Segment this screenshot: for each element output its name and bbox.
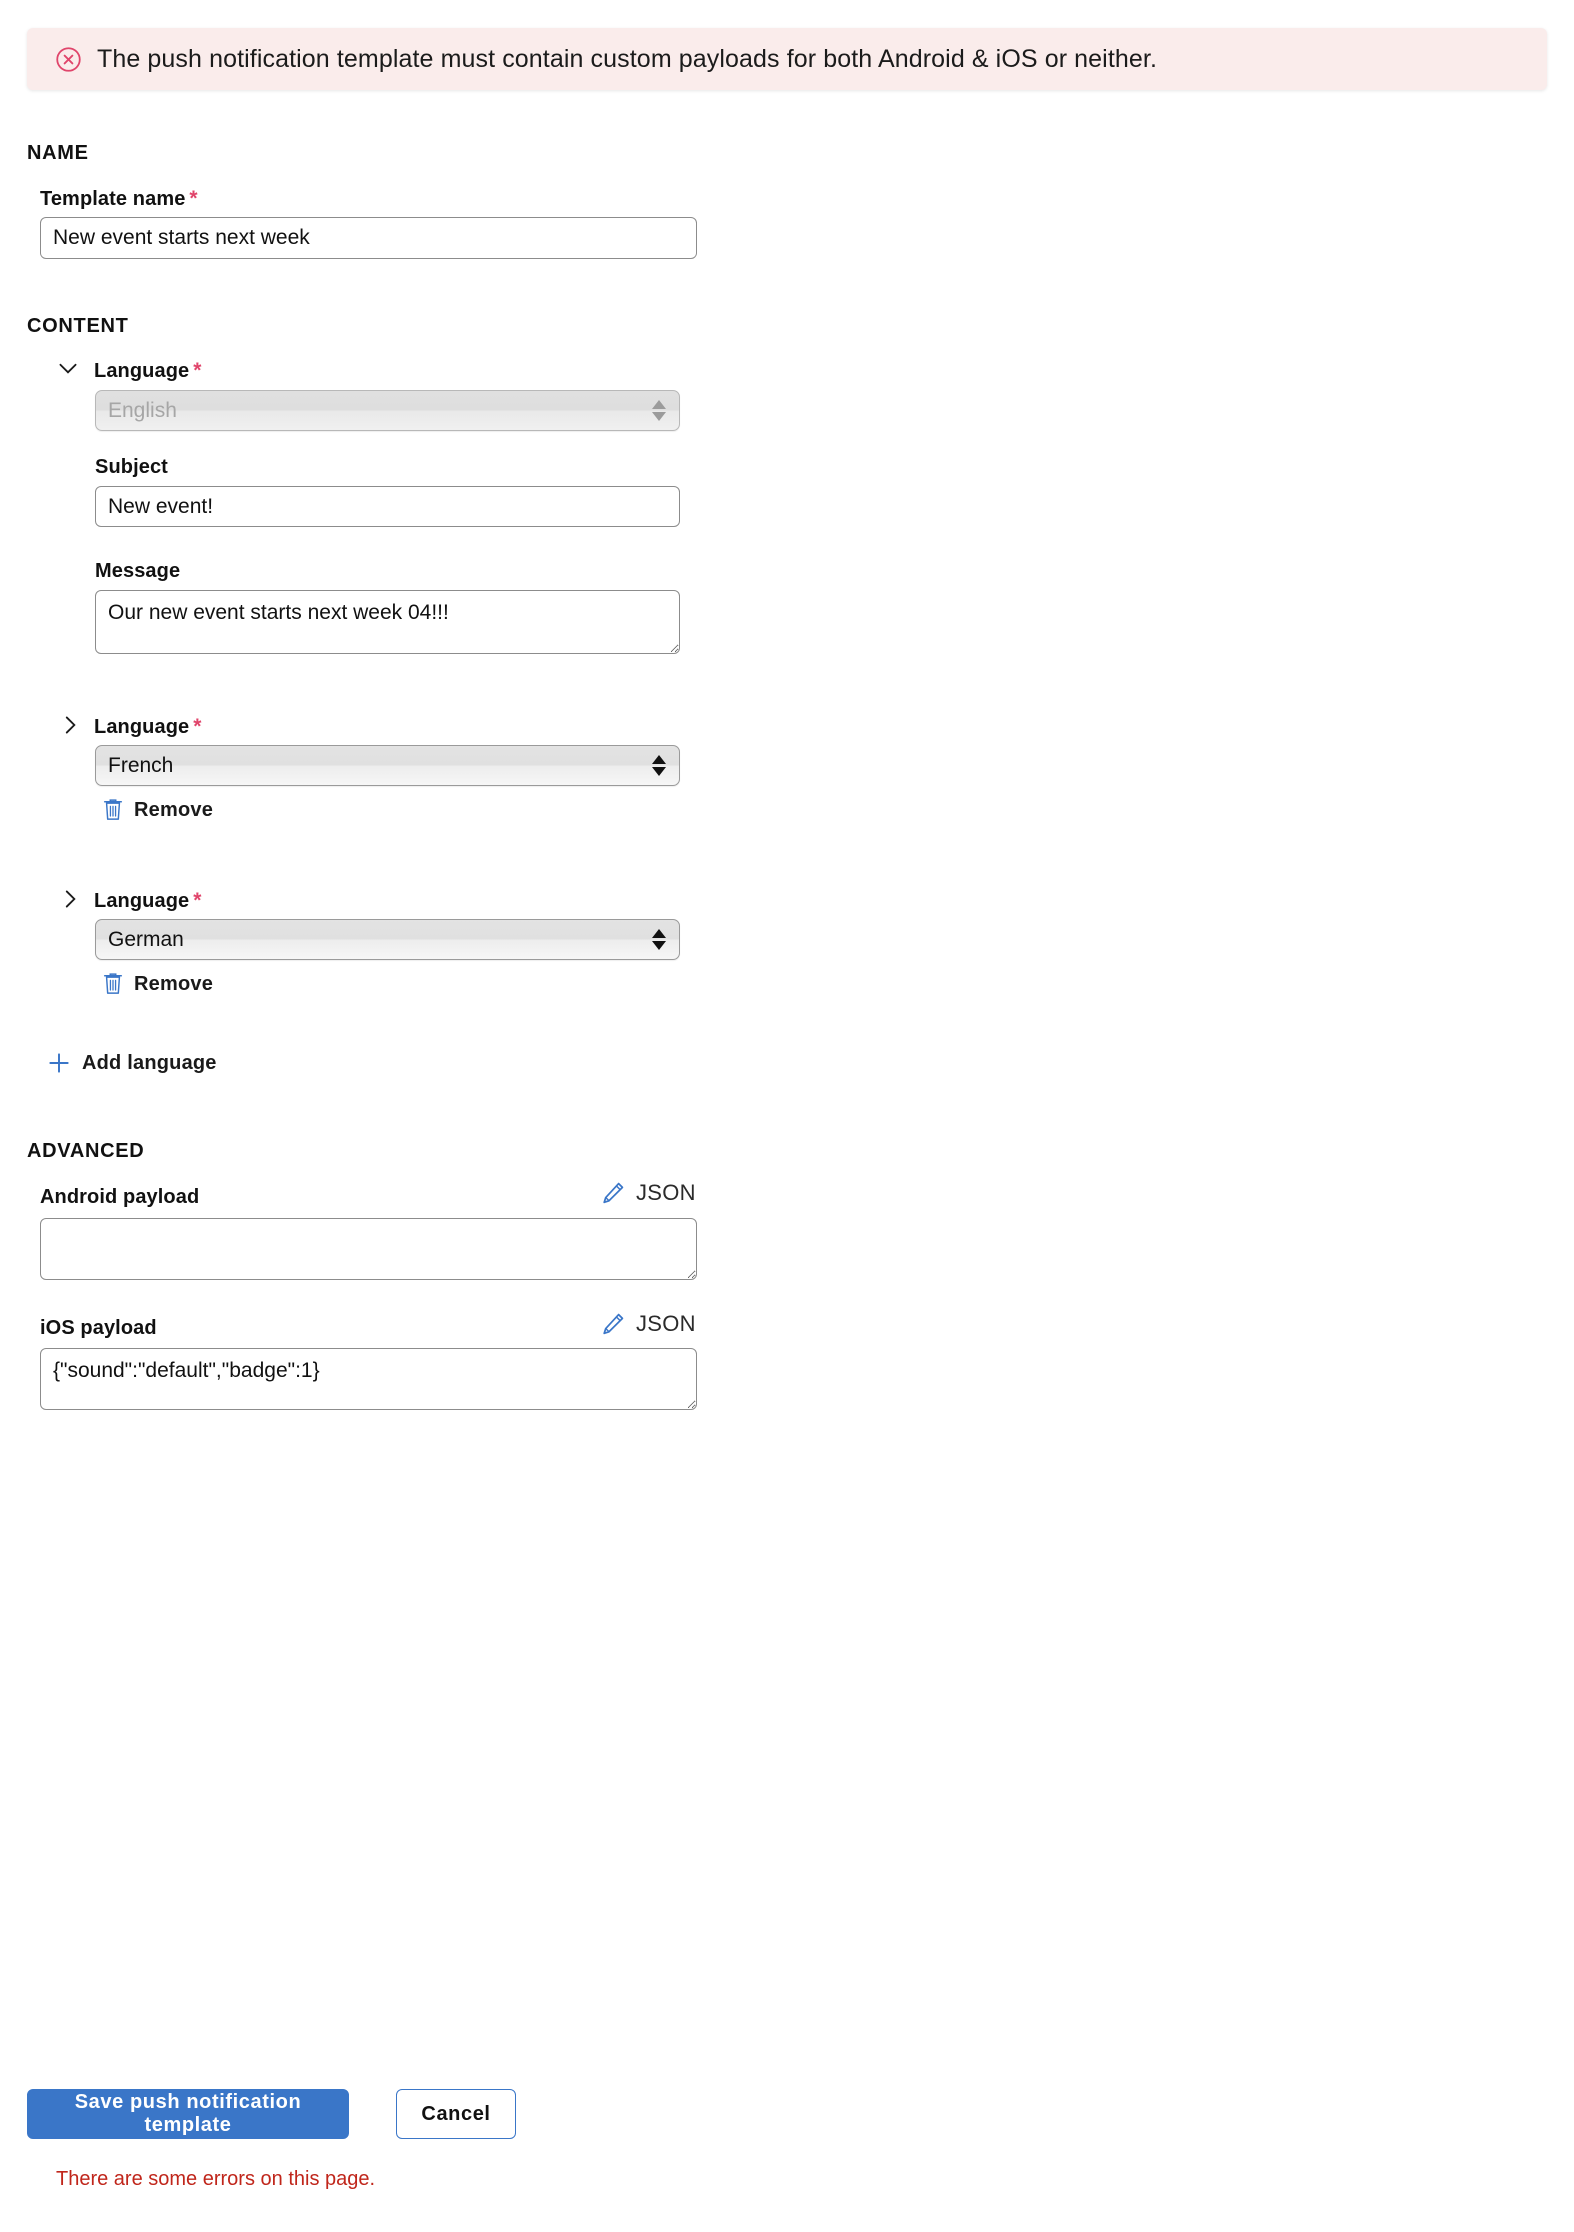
language-select-value-1: English xyxy=(108,398,177,422)
cancel-button[interactable]: Cancel xyxy=(396,2089,516,2139)
required-asterisk: * xyxy=(193,715,202,738)
required-asterisk: * xyxy=(193,889,202,912)
required-asterisk: * xyxy=(193,359,202,382)
android-payload-label: Android payload xyxy=(40,1186,200,1208)
chevron-right-icon[interactable] xyxy=(57,712,83,738)
language-select-2[interactable]: French xyxy=(95,745,680,786)
select-stepper-arrows-icon xyxy=(652,927,666,953)
android-payload-json-button[interactable]: JSON xyxy=(600,1180,696,1206)
remove-language-button-3[interactable]: Remove xyxy=(102,972,213,996)
language-label-3: Language * xyxy=(94,890,201,913)
error-alert-banner: The push notification template must cont… xyxy=(27,28,1547,90)
remove-language-button-2[interactable]: Remove xyxy=(102,798,213,822)
section-heading-content: CONTENT xyxy=(27,315,129,337)
ios-payload-json-label: JSON xyxy=(636,1311,696,1336)
add-language-button[interactable]: Add language xyxy=(46,1050,217,1076)
ios-payload-json-button[interactable]: JSON xyxy=(600,1311,696,1337)
remove-language-label-3: Remove xyxy=(134,972,214,995)
footer-error-text: There are some errors on this page. xyxy=(56,2168,376,2190)
template-name-label: Template name * xyxy=(40,188,198,211)
language-select-value-3: German xyxy=(108,927,184,951)
chevron-right-icon[interactable] xyxy=(57,886,83,912)
section-heading-advanced: ADVANCED xyxy=(27,1140,145,1162)
language-select-1[interactable]: English xyxy=(95,390,680,431)
trash-icon xyxy=(103,973,123,994)
subject-input-1[interactable] xyxy=(95,486,680,527)
pencil-icon xyxy=(603,1182,624,1204)
subject-label-1: Subject xyxy=(95,456,168,478)
select-stepper-arrows-icon xyxy=(652,753,666,779)
template-name-input[interactable] xyxy=(40,217,697,259)
error-circle-x-icon xyxy=(56,46,81,72)
required-asterisk: * xyxy=(189,187,198,210)
select-stepper-arrows-icon xyxy=(652,398,666,424)
plus-icon xyxy=(49,1053,69,1073)
chevron-down-icon[interactable] xyxy=(55,355,81,381)
language-label-2: Language * xyxy=(94,716,201,739)
language-label-text-1: Language xyxy=(94,360,190,382)
android-payload-textarea[interactable] xyxy=(40,1218,697,1280)
remove-language-label-2: Remove xyxy=(134,798,214,821)
save-push-notification-template-button[interactable]: Save push notification template xyxy=(27,2089,349,2139)
ios-payload-label: iOS payload xyxy=(40,1317,157,1339)
language-label-1: Language * xyxy=(94,360,201,383)
error-alert-message: The push notification template must cont… xyxy=(97,45,1157,73)
language-select-3[interactable]: German xyxy=(95,919,680,960)
pencil-icon xyxy=(603,1313,624,1335)
message-label-1: Message xyxy=(95,560,181,582)
language-select-value-2: French xyxy=(108,753,174,777)
language-label-text-2: Language xyxy=(94,716,190,738)
trash-icon xyxy=(103,799,123,820)
message-textarea-1[interactable] xyxy=(95,590,680,654)
android-payload-json-label: JSON xyxy=(636,1180,696,1205)
template-name-label-text: Template name xyxy=(40,188,186,210)
language-label-text-3: Language xyxy=(94,890,190,912)
add-language-label: Add language xyxy=(82,1051,217,1074)
ios-payload-textarea[interactable] xyxy=(40,1348,697,1410)
section-heading-name: NAME xyxy=(27,142,89,164)
